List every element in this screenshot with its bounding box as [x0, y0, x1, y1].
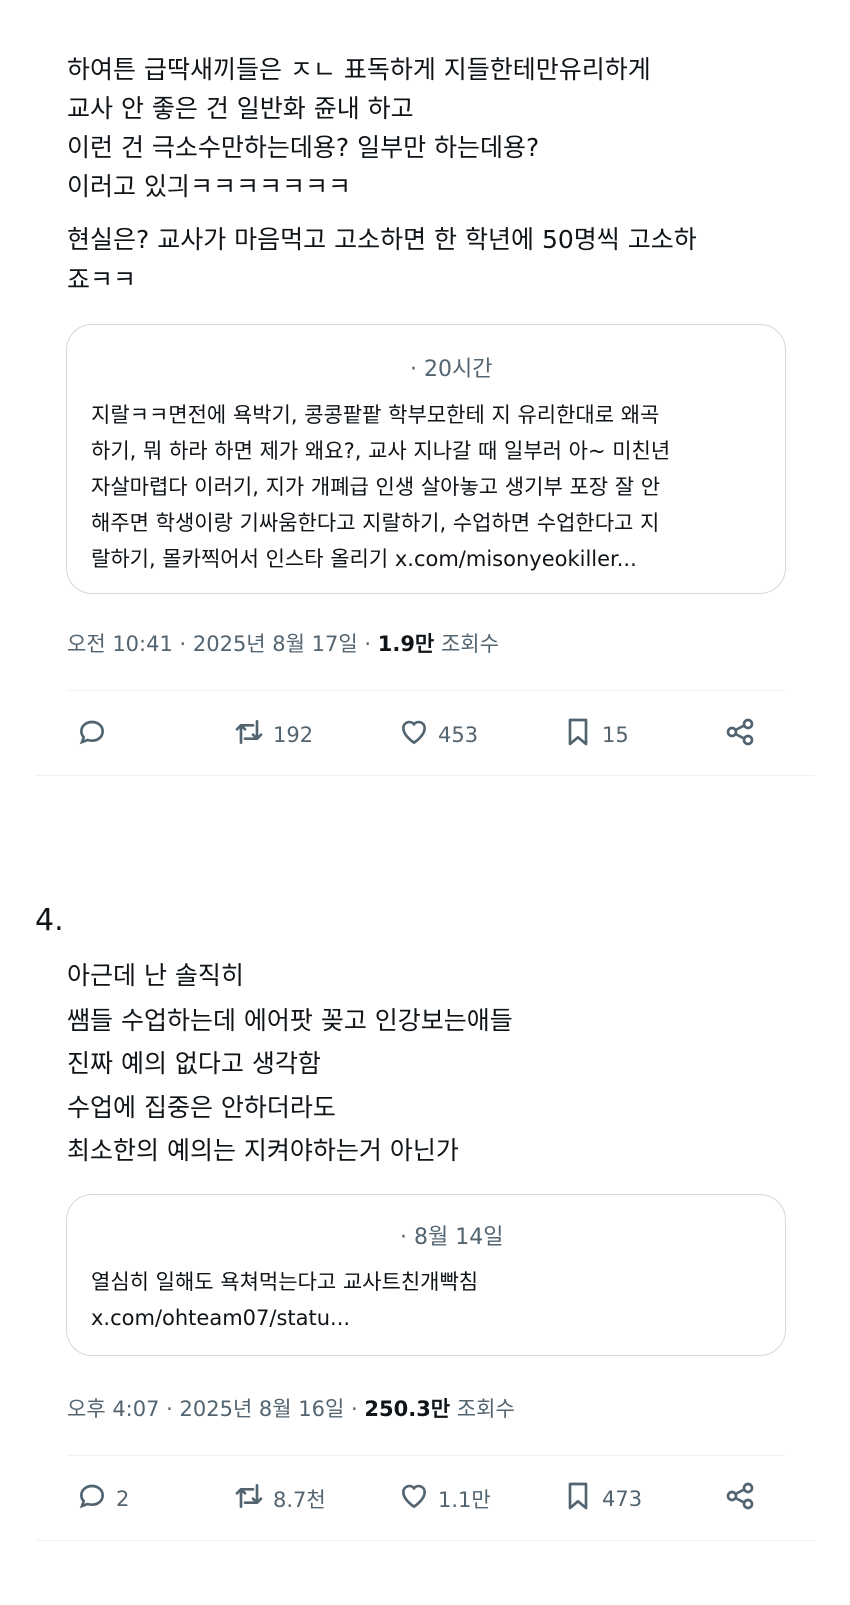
like-count: 1.1만 — [438, 1487, 491, 1512]
view-count: 250.3만 — [364, 1397, 451, 1421]
bookmark-icon — [562, 716, 594, 753]
tweet-text-line: 교사 안 좋은 건 일반화 쥰내 하고 — [67, 94, 414, 123]
reply-icon — [76, 1480, 108, 1517]
like-icon — [398, 716, 430, 753]
quoted-tweet-time: · 20시간 — [410, 357, 493, 382]
tweet-meta: 오전 10:41 · 2025년 8월 17일 · 1.9만 조회수 — [67, 628, 499, 658]
retweet-icon — [233, 1480, 265, 1517]
tweet-text-line: 아근데 난 솔직히 — [67, 961, 244, 990]
bookmark-count: 15 — [602, 722, 629, 747]
tweet-text-line: 최소한의 예의는 지켜야하는거 아닌가 — [67, 1136, 459, 1165]
quoted-tweet-time: · 8월 14일 — [400, 1225, 504, 1250]
like-count: 453 — [438, 722, 479, 747]
share-button[interactable] — [724, 716, 756, 753]
bookmark-button[interactable]: 473 — [562, 1480, 642, 1517]
quoted-tweet-text-line: 자살마렵다 이러기, 지가 개폐급 인생 살아놓고 생기부 포장 잘 안 — [91, 475, 661, 499]
bookmark-button[interactable]: 15 — [562, 716, 629, 753]
reply-count: 2 — [116, 1486, 130, 1511]
quoted-tweet-text-line: 열심히 일해도 욕쳐먹는다고 교사트친개빡침 — [91, 1270, 479, 1294]
like-button[interactable]: 1.1만 — [398, 1480, 491, 1517]
reply-button[interactable]: 2 — [76, 1480, 129, 1517]
divider — [35, 775, 815, 776]
quoted-tweet-card[interactable]: · 8월 14일 열심히 일해도 욕쳐먹는다고 교사트친개빡침 x.com/oh… — [66, 1194, 786, 1356]
tweet-text-line: 하여튼 급딱새끼들은 ㅈㄴ 표독하게 지들한테만유리하게 — [67, 55, 651, 84]
tweet-text-line: 진짜 예의 없다고 생각함 — [67, 1049, 321, 1078]
tweet-text-line: 죠ㅋㅋ — [67, 265, 137, 294]
tweet-meta: 오후 4:07 · 2025년 8월 16일 · 250.3만 조회수 — [67, 1393, 515, 1423]
tweet-timestamp[interactable]: 오후 4:07 · 2025년 8월 16일 · — [67, 1397, 364, 1421]
divider — [67, 1455, 785, 1456]
divider — [67, 690, 785, 691]
tweet-1: 하여튼 급딱새끼들은 ㅈㄴ 표독하게 지들한테만유리하게 교사 안 좋은 건 일… — [0, 0, 850, 795]
quoted-tweet-card[interactable]: · 20시간 지랄ㅋㅋ면전에 욕박기, 콩콩팥팥 학부모한테 지 유리한대로 왜… — [66, 324, 786, 594]
retweet-button[interactable]: 192 — [233, 716, 313, 753]
tweet-2: 4. 아근데 난 솔직히 쌤들 수업하는데 에어팟 꽂고 인강보는애들 진짜 예… — [0, 900, 850, 1605]
view-count-label: 조회수 — [434, 632, 499, 656]
quoted-tweet-text-line: 하기, 뭐 하라 하면 제가 왜요?, 교사 지나갈 때 일부러 아~ 미친년 — [91, 439, 671, 463]
quoted-tweet-text-line: 해주면 학생이랑 기싸움한다고 지랄하기, 수업하면 수업한다고 지 — [91, 511, 660, 535]
section-number: 4. — [35, 903, 64, 938]
quoted-tweet-text-line: 랄하기, 몰카찍어서 인스타 올리기 x.com/misonyeokiller.… — [91, 547, 637, 571]
divider — [35, 1540, 815, 1541]
like-icon — [398, 1480, 430, 1517]
retweet-icon — [233, 716, 265, 753]
quoted-tweet-text-line: 지랄ㅋㅋ면전에 욕박기, 콩콩팥팥 학부모한테 지 유리한대로 왜곡 — [91, 403, 660, 427]
view-count-label: 조회수 — [450, 1397, 515, 1421]
reply-button[interactable] — [76, 716, 116, 753]
share-icon — [724, 716, 756, 753]
tweet-text-line: 수업에 집중은 안하더라도 — [67, 1093, 336, 1122]
share-button[interactable] — [724, 1480, 756, 1517]
bookmark-count: 473 — [602, 1486, 643, 1511]
retweet-button[interactable]: 8.7천 — [233, 1480, 326, 1517]
like-button[interactable]: 453 — [398, 716, 478, 753]
reply-icon — [76, 716, 108, 753]
view-count: 1.9만 — [377, 632, 435, 656]
tweet-timestamp[interactable]: 오전 10:41 · 2025년 8월 17일 · — [67, 632, 378, 656]
retweet-count: 8.7천 — [273, 1487, 326, 1512]
bookmark-icon — [562, 1480, 594, 1517]
share-icon — [724, 1480, 756, 1517]
retweet-count: 192 — [273, 722, 314, 747]
tweet-text-line: 이러고 있긔ㅋㅋㅋㅋㅋㅋㅋ — [67, 172, 351, 201]
tweet-text-line: 쌤들 수업하는데 에어팟 꽂고 인강보는애들 — [67, 1006, 513, 1035]
tweet-text-line: 현실은? 교사가 마음먹고 고소하면 한 학년에 50명씩 고소하 — [67, 225, 697, 254]
quoted-tweet-text-line: x.com/ohteam07/statu... — [91, 1306, 351, 1330]
tweet-text-line: 이런 건 극소수만하는데용? 일부만 하는데용? — [67, 133, 540, 162]
